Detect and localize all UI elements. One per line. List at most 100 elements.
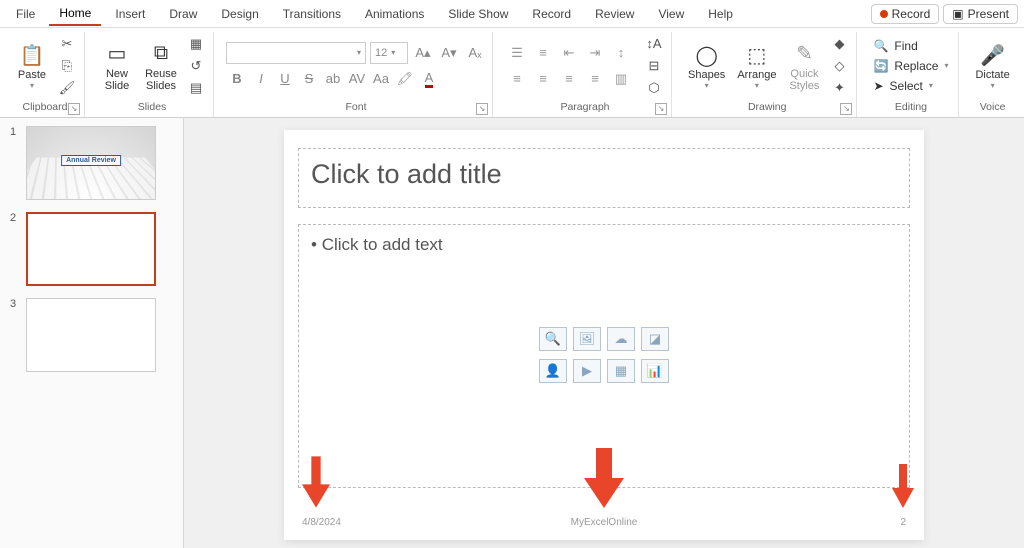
decrease-font-icon: A▾ [441,45,456,61]
chevron-down-icon: ▾ [30,81,34,90]
insert-table-icon[interactable]: ▦ [607,359,635,383]
record-button[interactable]: Record [871,4,940,24]
align-center-button[interactable]: ≡ [531,68,555,90]
section-button[interactable]: ▤ [185,78,207,98]
thumbnail-1[interactable]: 1 Annual Review [10,126,173,200]
menu-insert[interactable]: Insert [105,3,155,25]
thumbnail-2[interactable]: 2 [10,212,173,286]
decrease-indent-button[interactable]: ⇤ [557,42,581,64]
clipboard-group-label: Clipboard ↘ [12,99,78,115]
current-slide[interactable]: Click to add title Click to add text 🔍 🖼… [284,130,924,540]
select-button[interactable]: ➤ Select ▾ [869,77,936,95]
italic-button[interactable]: I [250,68,272,90]
align-text-button[interactable]: ⊟ [643,56,665,76]
clipboard-dialog-launcher[interactable]: ↘ [68,103,80,115]
cut-button[interactable]: ✂ [56,34,78,54]
title-placeholder[interactable]: Click to add title [298,148,910,208]
ribbon-group-editing: 🔍 Find 🔄 Replace ▾ ➤ Select ▾ Editing [863,32,959,117]
columns-button[interactable]: ▥ [609,68,633,90]
footer-text: MyExcelOnline [571,517,638,528]
underline-button[interactable]: U [274,68,296,90]
insert-icon-icon[interactable]: ☁ [607,327,635,351]
content-insert-icons: 🔍 🖼 ☁ ◪ 👤 ▶ ▦ 📊 [539,327,669,385]
thumbnail-panel[interactable]: 1 Annual Review 2 3 [0,118,184,548]
shape-effects-button[interactable]: ✦ [828,78,850,98]
copy-button[interactable]: ⎘ [56,56,78,76]
thumbnail-number: 3 [10,298,20,372]
quick-styles-button[interactable]: ✎ Quick Styles [784,38,824,94]
insert-video-icon[interactable]: ▶ [573,359,601,383]
dictate-label: Dictate [975,69,1009,81]
align-left-button[interactable]: ≡ [505,68,529,90]
menu-file[interactable]: File [6,3,45,25]
menu-view[interactable]: View [648,3,694,25]
increase-font-button[interactable]: A▴ [412,42,434,64]
drawing-dialog-launcher[interactable]: ↘ [840,103,852,115]
effects-icon: ✦ [834,80,845,96]
thumbnail-3[interactable]: 3 [10,298,173,372]
record-dot-icon [880,10,888,18]
format-painter-button[interactable]: 🖌 [56,78,78,98]
present-icon: ▣ [952,7,963,21]
increase-indent-button[interactable]: ⇥ [583,42,607,64]
font-size-combo[interactable]: 12 ▾ [370,42,408,64]
menu-slideshow[interactable]: Slide Show [438,3,518,25]
menu-help[interactable]: Help [698,3,743,25]
paste-button[interactable]: 📋 Paste ▾ [12,39,52,92]
voice-group-label: Voice [971,99,1013,115]
body-placeholder[interactable]: Click to add text 🔍 🖼 ☁ ◪ 👤 ▶ ▦ 📊 [298,224,910,488]
insert-stock-image-icon[interactable]: 🔍 [539,327,567,351]
justify-button[interactable]: ≡ [583,68,607,90]
chevron-down-icon: ▾ [755,81,759,90]
numbering-button[interactable]: ≡ [531,42,555,64]
insert-picture-icon[interactable]: 🖼 [573,327,601,351]
editing-group-label: Editing [869,99,952,115]
find-button[interactable]: 🔍 Find [869,37,921,55]
arrange-button[interactable]: ⬚ Arrange ▾ [733,39,780,92]
arrange-label: Arrange [737,69,776,81]
scissors-icon: ✂ [62,36,73,52]
decrease-font-button[interactable]: A▾ [438,42,460,64]
slide-canvas[interactable]: Click to add title Click to add text 🔍 🖼… [184,118,1024,548]
menu-record[interactable]: Record [522,3,581,25]
new-slide-button[interactable]: ▭ New Slide [97,38,137,94]
shadow-button[interactable]: ab [322,68,344,90]
shape-fill-button[interactable]: ◆ [828,34,850,54]
font-color-button[interactable]: A [418,68,440,90]
menu-transitions[interactable]: Transitions [273,3,351,25]
reset-button[interactable]: ↺ [185,56,207,76]
thumbnail-slide[interactable] [26,212,156,286]
change-case-button[interactable]: Aa [370,68,392,90]
bullets-button[interactable]: ☰ [505,42,529,64]
thumbnail-slide[interactable]: Annual Review [26,126,156,200]
font-dialog-launcher[interactable]: ↘ [476,103,488,115]
reuse-slides-button[interactable]: ⧉ Reuse Slides [141,38,181,94]
insert-cameo-icon[interactable]: 👤 [539,359,567,383]
shape-outline-button[interactable]: ◇ [828,56,850,76]
bold-button[interactable]: B [226,68,248,90]
align-right-button[interactable]: ≡ [557,68,581,90]
menu-animations[interactable]: Animations [355,3,434,25]
layout-button[interactable]: ▦ [185,34,207,54]
menu-home[interactable]: Home [49,2,101,26]
text-direction-button[interactable]: ↕A [643,34,665,54]
menu-design[interactable]: Design [211,3,268,25]
thumbnail-slide[interactable] [26,298,156,372]
replace-button[interactable]: 🔄 Replace ▾ [869,57,952,75]
font-name-combo[interactable]: ▾ [226,42,366,64]
shapes-button[interactable]: ◯ Shapes ▾ [684,39,729,92]
highlight-button[interactable]: 🖍 [394,68,416,90]
menu-review[interactable]: Review [585,3,644,25]
insert-3d-icon[interactable]: ◪ [641,327,669,351]
smartart-button[interactable]: ⬡ [643,78,665,98]
menu-draw[interactable]: Draw [159,3,207,25]
present-button[interactable]: ▣ Present [943,4,1018,24]
dictate-button[interactable]: 🎤 Dictate ▾ [971,39,1013,92]
insert-chart-icon[interactable]: 📊 [641,359,669,383]
strikethrough-button[interactable]: S [298,68,320,90]
highlight-icon: 🖍 [397,71,414,87]
line-spacing-button[interactable]: ↕ [609,42,633,64]
paragraph-dialog-launcher[interactable]: ↘ [655,103,667,115]
clear-format-button[interactable]: Aₓ [464,42,486,64]
char-spacing-button[interactable]: AV [346,68,368,90]
